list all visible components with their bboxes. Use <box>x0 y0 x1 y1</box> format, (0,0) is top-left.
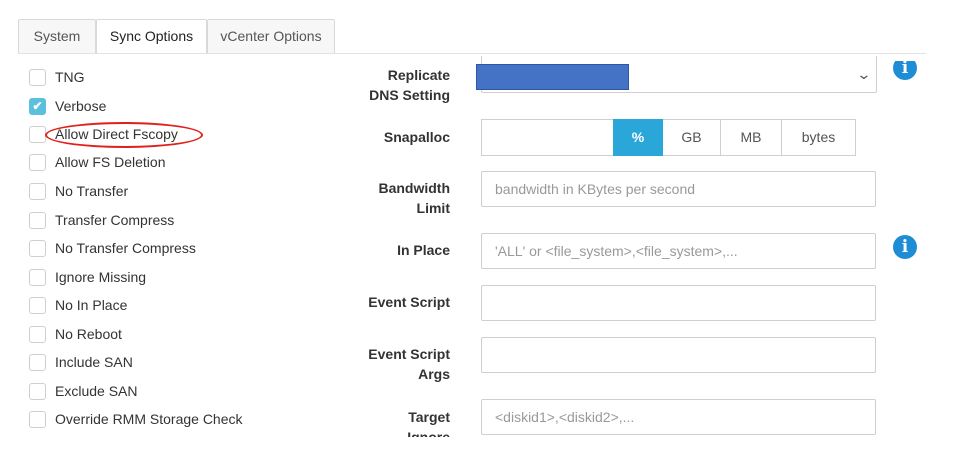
option-checkbox-item[interactable]: ✔ Verbose <box>29 96 106 116</box>
option-checkbox-item[interactable]: TNG <box>29 67 85 87</box>
option-label: Exclude SAN <box>55 383 138 399</box>
unit-mb-button[interactable]: MB <box>721 119 782 156</box>
checkbox[interactable] <box>29 153 46 171</box>
chevron-down-icon[interactable]: ⌄ <box>856 66 871 83</box>
tab-divider <box>18 53 926 54</box>
checkbox[interactable] <box>29 68 46 86</box>
tab-system[interactable]: System <box>18 19 96 53</box>
bandwidth-label-line1: Bandwidth <box>378 180 450 196</box>
bandwidth-limit-label: Bandwidth Limit <box>250 178 450 218</box>
checkbox[interactable] <box>29 268 46 286</box>
option-label: No In Place <box>55 297 128 313</box>
tab-sync-options[interactable]: Sync Options <box>96 19 207 54</box>
event-script-args-label-line2: Args <box>418 366 450 382</box>
checkbox[interactable] <box>29 353 46 371</box>
checkbox[interactable] <box>29 382 46 400</box>
target-ignore-label: Target Ignore <box>250 407 450 437</box>
option-checkbox-item[interactable]: Transfer Compress <box>29 210 174 230</box>
option-checkbox-item[interactable]: Include SAN <box>29 352 133 372</box>
option-label: Verbose <box>55 98 107 114</box>
bandwidth-limit-input[interactable]: bandwidth in KBytes per second <box>481 171 876 207</box>
option-label: No Transfer <box>55 183 129 199</box>
checkbox[interactable] <box>29 410 46 428</box>
checkbox[interactable]: ✔ <box>29 97 46 115</box>
info-icon[interactable]: i <box>893 235 917 259</box>
checkbox[interactable] <box>29 211 46 229</box>
checkbox[interactable] <box>29 325 46 343</box>
option-checkbox-item[interactable]: No Transfer <box>29 181 128 201</box>
target-ignore-input[interactable]: <diskid1>,<diskid2>,... <box>481 399 876 435</box>
replicate-dns-label-line2: DNS Setting <box>369 87 450 103</box>
snapalloc-label: Snapalloc <box>383 129 450 145</box>
option-label: TNG <box>55 69 85 85</box>
replicate-dns-label-line1: Replicate <box>387 67 450 83</box>
checkbox[interactable] <box>29 125 46 143</box>
option-checkbox-item[interactable]: Ignore Missing <box>29 267 146 287</box>
checkbox[interactable] <box>29 296 46 314</box>
info-icon[interactable]: i <box>893 61 917 80</box>
highlight-ellipse <box>45 122 203 148</box>
option-label: No Transfer Compress <box>55 240 196 256</box>
option-checkbox-item[interactable]: Allow FS Deletion <box>29 152 166 172</box>
event-script-args-label-line1: Event Script <box>368 346 450 362</box>
target-ignore-label-line2: Ignore <box>407 429 450 437</box>
in-place-label: In Place <box>397 242 450 258</box>
checkbox[interactable] <box>29 182 46 200</box>
checkbox[interactable] <box>29 239 46 257</box>
option-checkbox-item[interactable]: No Transfer Compress <box>29 238 196 258</box>
option-checkbox-item[interactable]: Exclude SAN <box>29 381 137 401</box>
unit-percent-button[interactable]: % <box>613 119 663 156</box>
option-label: No Reboot <box>55 326 122 342</box>
replicate-dns-label: Replicate DNS Setting <box>250 65 450 105</box>
event-script-args-input[interactable] <box>481 337 876 373</box>
option-label: Ignore Missing <box>55 269 147 285</box>
option-label: Allow FS Deletion <box>55 154 166 170</box>
redaction-box <box>476 64 629 90</box>
option-checkbox-item[interactable]: Override RMM Storage Check <box>29 409 243 429</box>
event-script-input[interactable] <box>481 285 876 321</box>
option-label: Override RMM Storage Check <box>55 411 243 427</box>
unit-bytes-button[interactable]: bytes <box>782 119 856 156</box>
event-script-args-label: Event Script Args <box>250 344 450 384</box>
unit-gb-button[interactable]: GB <box>663 119 721 156</box>
option-label: Transfer Compress <box>55 212 175 228</box>
snapalloc-input[interactable] <box>481 119 613 156</box>
tab-vcenter-options[interactable]: vCenter Options <box>207 19 335 53</box>
in-place-input[interactable]: 'ALL' or <file_system>,<file_system>,... <box>481 233 876 269</box>
bandwidth-label-line2: Limit <box>416 200 450 216</box>
check-icon: ✔ <box>32 99 43 113</box>
option-label: Include SAN <box>55 354 133 370</box>
option-checkbox-item[interactable]: No Reboot <box>29 324 122 344</box>
target-ignore-label-line1: Target <box>408 409 450 425</box>
event-script-label: Event Script <box>368 294 450 310</box>
option-checkbox-item[interactable]: No In Place <box>29 295 127 315</box>
